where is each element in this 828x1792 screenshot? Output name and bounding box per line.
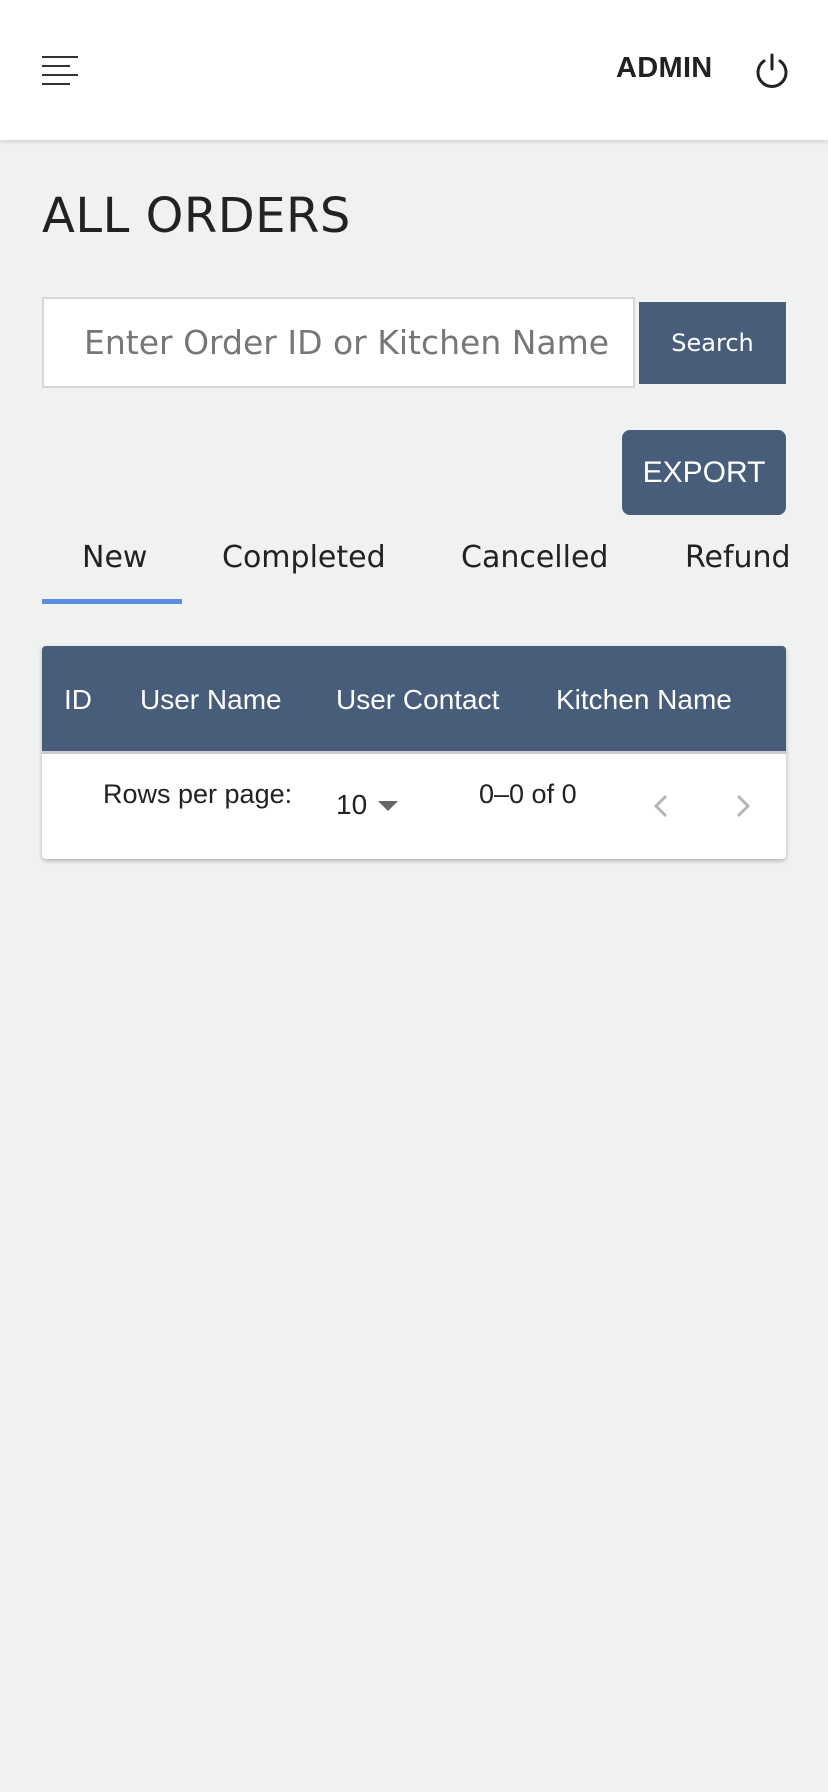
chevron-left-icon[interactable] (640, 784, 684, 828)
column-header-id[interactable]: ID (64, 684, 92, 716)
order-status-tabs: New Completed Cancelled Refund (42, 535, 791, 607)
export-button[interactable]: EXPORT (622, 430, 786, 515)
pagination-range: 0–0 of 0 (479, 779, 577, 809)
tab-completed[interactable]: Completed (222, 535, 386, 607)
rows-per-page-select[interactable]: 10 (336, 789, 406, 829)
table-header: ID User Name User Contact Kitchen Name (42, 646, 786, 754)
user-label: ADMIN (616, 52, 713, 84)
menu-icon[interactable] (40, 54, 80, 88)
rows-per-page-value: 10 (336, 789, 368, 820)
power-icon[interactable] (753, 52, 791, 90)
search-input[interactable] (42, 297, 635, 388)
caret-down-icon (378, 801, 398, 811)
page-title: ALL ORDERS (42, 188, 351, 244)
active-tab-indicator (42, 599, 182, 604)
tab-new[interactable]: New (82, 535, 147, 607)
tab-refund[interactable]: Refund (685, 535, 791, 607)
app-header: ADMIN (0, 0, 828, 140)
search-button[interactable]: Search (639, 302, 786, 384)
chevron-right-icon[interactable] (720, 784, 764, 828)
column-header-kitchen-name[interactable]: Kitchen Name (556, 684, 732, 716)
rows-per-page-label: Rows per page: (103, 779, 293, 809)
tab-cancelled[interactable]: Cancelled (461, 535, 608, 607)
column-header-user-contact[interactable]: User Contact (336, 684, 499, 716)
column-header-user-name[interactable]: User Name (140, 684, 282, 716)
orders-table: ID User Name User Contact Kitchen Name R… (42, 646, 786, 859)
